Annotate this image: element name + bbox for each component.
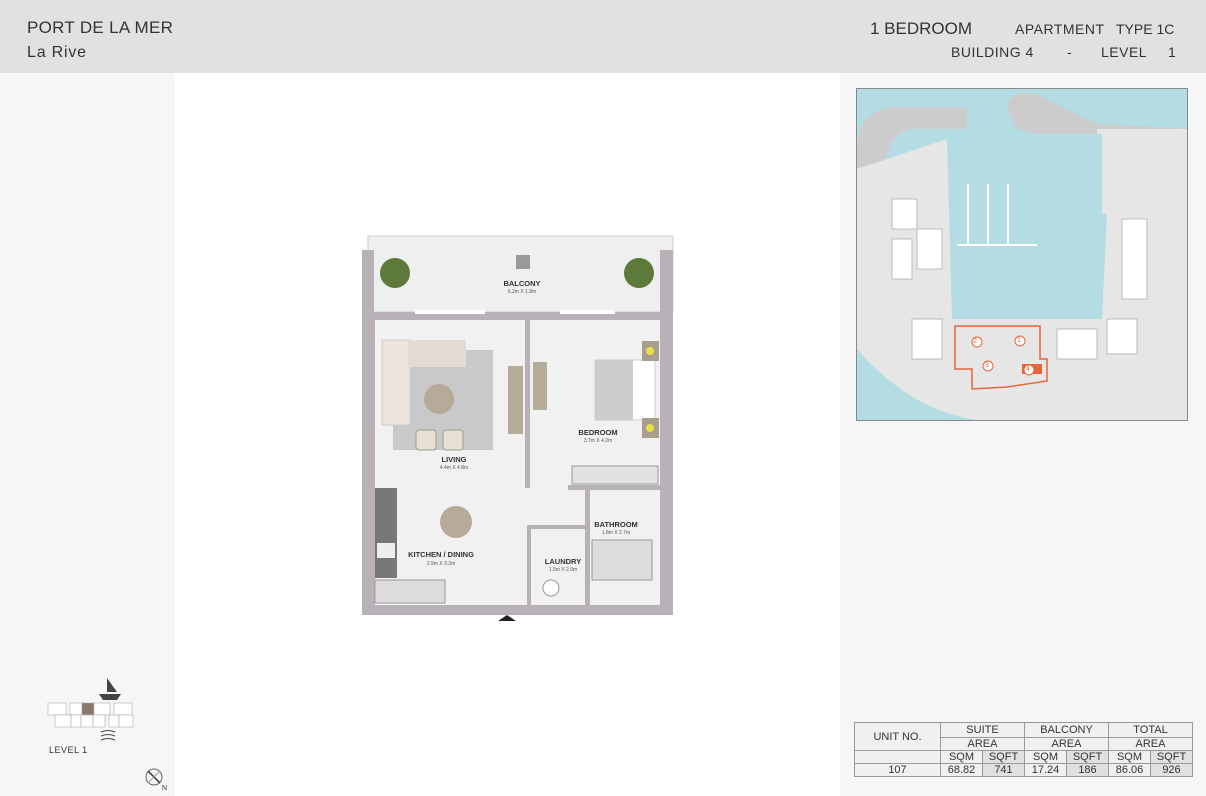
key-plan-level: LEVEL 1	[49, 745, 88, 755]
room-dim-living: 4.4m X 4.8m	[439, 465, 469, 471]
header-area: AREA	[940, 737, 1025, 751]
balcony-sqm: 17.24	[1024, 763, 1067, 777]
plant	[624, 258, 654, 288]
room-dim-laundry: 1.5m X 2.0m	[548, 567, 578, 573]
room-label-living: LIVING	[441, 455, 467, 464]
entrance-arrow-icon	[498, 615, 516, 621]
header-total: TOTAL	[1108, 722, 1193, 738]
boat-icon	[107, 678, 117, 692]
kitchen-counter	[375, 488, 397, 578]
sub-sqm: SQM	[1108, 750, 1151, 764]
suite-sqm: 68.82	[940, 763, 983, 777]
total-sqft: 926	[1150, 763, 1193, 777]
room-dim-bathroom: 1.8m X 2.7m	[601, 530, 631, 536]
sub-sqft: SQFT	[1150, 750, 1193, 764]
room-label-balcony: BALCONY	[503, 279, 541, 288]
total-sqm: 86.06	[1108, 763, 1151, 777]
key-plan	[47, 678, 134, 741]
sub-sqm: SQM	[1024, 750, 1067, 764]
wall	[525, 318, 530, 488]
water-icon	[100, 730, 116, 741]
header-area: AREA	[1024, 737, 1109, 751]
coffee-table	[424, 384, 454, 414]
room-dim-kitchen: 2.9m X 3.2m	[426, 561, 456, 567]
area-table: UNIT NO. SUITE BALCONY TOTAL AREA AREA ARE…	[854, 722, 1193, 777]
site-map: 2 1 3 4	[856, 88, 1188, 421]
building-marker-1: 1	[1017, 337, 1021, 344]
room-label-bedroom: BEDROOM	[578, 428, 618, 437]
room-label-bathroom: BATHROOM	[594, 520, 638, 529]
sub-sqft: SQFT	[1066, 750, 1109, 764]
dining-table	[440, 506, 472, 538]
header-balcony: BALCONY	[1024, 722, 1109, 738]
sub-sqft: SQFT	[982, 750, 1025, 764]
building-marker-2: 2	[973, 338, 977, 345]
suite-sqft: 741	[982, 763, 1025, 777]
building-marker-3: 3	[985, 362, 989, 369]
header-unit: UNIT NO.	[854, 722, 941, 751]
header-area: AREA	[1108, 737, 1193, 751]
room-dim-bedroom: 3.7m X 4.2m	[583, 438, 613, 444]
plant	[380, 258, 410, 288]
sub-sqm: SQM	[940, 750, 983, 764]
north-label: N	[162, 785, 168, 792]
room-label-laundry: LAUNDRY	[544, 557, 582, 566]
balcony-sqft: 186	[1066, 763, 1109, 777]
header-suite: SUITE	[940, 722, 1025, 738]
table-row: 107 68.82 741 17.24 186 86.06 926	[854, 763, 1193, 777]
room-dim-balcony: 6.2m X 1.8m	[507, 289, 537, 295]
unit-no: 107	[854, 763, 941, 777]
room-label-kitchen: KITCHEN / DINING	[408, 550, 474, 559]
building-marker-4: 4	[1026, 366, 1030, 373]
